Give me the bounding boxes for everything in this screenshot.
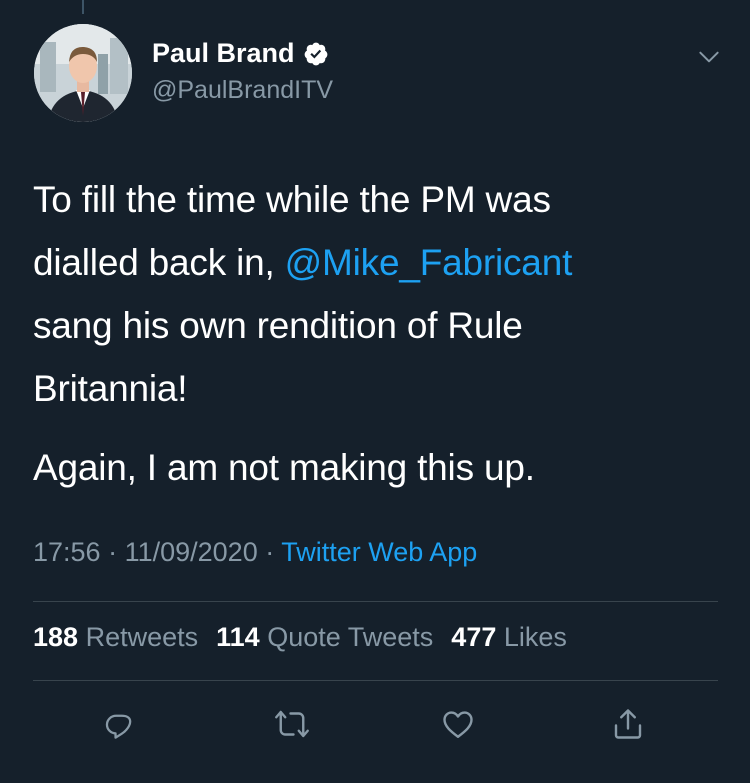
divider — [33, 680, 718, 681]
likes-stat[interactable]: 477 Likes — [451, 622, 567, 653]
retweet-icon — [275, 710, 309, 738]
avatar[interactable] — [34, 24, 132, 122]
divider — [33, 601, 718, 602]
author-name[interactable]: Paul Brand — [152, 38, 295, 69]
tweet-date[interactable]: 11/09/2020 — [125, 537, 258, 567]
tweet-line: dialled back in, — [33, 242, 285, 283]
reply-button[interactable] — [97, 702, 141, 746]
verified-badge-icon — [304, 42, 327, 65]
quote-tweets-label: Quote Tweets — [259, 622, 434, 652]
tweet-paragraph-1: To fill the time while the PM was dialle… — [33, 168, 723, 420]
like-button[interactable] — [436, 702, 480, 746]
tweet-line: Britannia! — [33, 368, 188, 409]
retweets-label: Retweets — [78, 622, 199, 652]
chevron-down-icon — [699, 51, 719, 63]
retweets-stat[interactable]: 188 Retweets — [33, 622, 198, 653]
engagement-stats: 188 Retweets 114 Quote Tweets 477 Likes — [33, 622, 567, 653]
author-handle[interactable]: @PaulBrandITV — [152, 76, 333, 105]
heart-icon — [443, 711, 473, 738]
avatar-image — [34, 24, 132, 122]
tweet-line: To fill the time while the PM was — [33, 179, 551, 220]
thread-connector-line — [82, 0, 84, 14]
tweet-paragraph-2: Again, I am not making this up. — [33, 447, 535, 488]
reply-icon — [105, 714, 132, 739]
tweet-meta: 17:56 · 11/09/2020 · Twitter Web App — [33, 537, 477, 568]
mention-link[interactable]: @Mike_Fabricant — [285, 242, 573, 283]
likes-label: Likes — [496, 622, 567, 652]
likes-count: 477 — [451, 622, 497, 652]
tweet-time[interactable]: 17:56 — [33, 537, 101, 567]
tweet-line: sang his own rendition of Rule — [33, 305, 523, 346]
source-app-link[interactable]: Twitter Web App — [281, 537, 477, 567]
author-name-row[interactable]: Paul Brand — [152, 38, 329, 69]
more-options-button[interactable] — [692, 40, 726, 74]
share-icon — [614, 709, 642, 739]
retweet-button[interactable] — [270, 702, 314, 746]
meta-separator: · — [257, 537, 282, 567]
share-button[interactable] — [606, 702, 650, 746]
meta-separator: · — [100, 537, 125, 567]
retweets-count: 188 — [33, 622, 79, 652]
tweet-text: To fill the time while the PM was dialle… — [33, 168, 723, 499]
quote-tweets-count: 114 — [216, 622, 260, 652]
quote-tweets-stat[interactable]: 114 Quote Tweets — [216, 622, 433, 653]
